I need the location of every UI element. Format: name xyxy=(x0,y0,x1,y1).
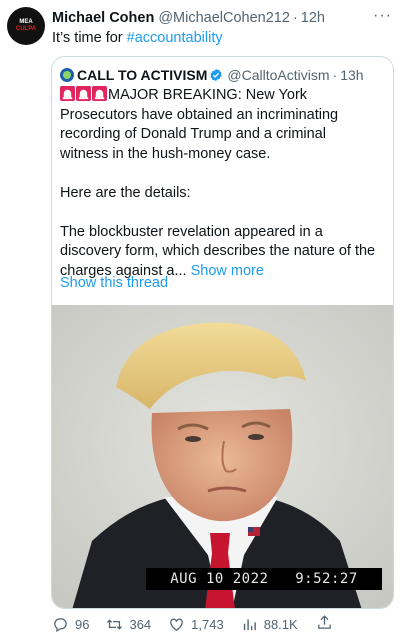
tweet-text-prefix: It’s time for xyxy=(52,30,123,46)
heart-icon xyxy=(170,618,183,631)
quoted-first-line: MAJOR BREAKING: New York xyxy=(60,86,390,106)
quoted-line: Prosecutors have obtained an incriminati… xyxy=(60,106,339,123)
quoted-media[interactable]: AUG 10 2022 9:52:27 xyxy=(52,305,393,608)
video-timestamp-overlay: AUG 10 2022 9:52:27 xyxy=(146,568,382,590)
tweet-header: Michael Cohen @MichaelCohen212 · 12h xyxy=(52,8,394,28)
quoted-tweet-body: MAJOR BREAKING: New York Prosecutors hav… xyxy=(60,86,390,281)
siren-icon xyxy=(76,86,91,101)
show-thread-link[interactable]: Show this thread xyxy=(60,275,168,291)
like-button[interactable]: 1,743 xyxy=(168,616,224,633)
views-icon xyxy=(243,619,256,630)
quoted-line: MAJOR BREAKING: New York xyxy=(108,87,308,103)
quoted-avatar xyxy=(60,68,74,82)
verified-badge-icon xyxy=(210,68,222,82)
quoted-tweet-header: CALL TO ACTIVISM @CalltoActivism · 13h xyxy=(60,66,385,84)
photo xyxy=(52,305,393,608)
quoted-author-handle: @CalltoActivism xyxy=(227,67,330,83)
author-handle[interactable]: @MichaelCohen212 xyxy=(158,10,290,26)
views-count: 88.1K xyxy=(263,616,298,632)
tweet-time[interactable]: 12h xyxy=(301,10,325,26)
like-count: 1,743 xyxy=(191,616,224,632)
avatar[interactable]: MEA CULPA xyxy=(7,7,45,45)
views-button[interactable]: 88.1K xyxy=(241,616,298,633)
avatar-text-bottom: CULPA xyxy=(15,26,37,32)
tweet-text: It’s time for #accountability xyxy=(52,29,223,48)
retweet-button[interactable]: 364 xyxy=(106,616,151,633)
share-icon xyxy=(318,615,331,629)
hashtag-link[interactable]: #accountability xyxy=(127,30,223,46)
reply-button[interactable]: 96 xyxy=(52,616,89,633)
timestamp-date: AUG 10 2022 xyxy=(170,571,269,587)
quoted-line: discovery form, which describes the natu… xyxy=(60,243,376,259)
quoted-line: witness in the hush-money case. xyxy=(60,145,271,162)
avatar-text-top: MEA xyxy=(19,19,33,25)
quoted-author-name: CALL TO ACTIVISM xyxy=(77,67,208,83)
quoted-line: The blockbuster revelation appeared in a xyxy=(60,223,323,240)
more-icon[interactable]: ··· xyxy=(373,7,392,25)
siren-icon xyxy=(60,86,75,101)
reply-count: 96 xyxy=(75,616,90,632)
share-button[interactable] xyxy=(316,614,339,631)
separator-dot: · xyxy=(292,10,298,26)
quoted-details-line: Here are the details: xyxy=(60,184,191,201)
quoted-tweet-time: 13h xyxy=(340,67,364,83)
quoted-line: recording of Donald Trump and a criminal xyxy=(60,126,326,142)
show-more-link[interactable]: Show more xyxy=(191,263,264,279)
quoted-tweet[interactable]: CALL TO ACTIVISM @CalltoActivism · 13h M… xyxy=(51,56,394,609)
separator-dot: · xyxy=(332,67,338,83)
retweet-count: 364 xyxy=(129,616,152,632)
action-bar: 96 364 1,743 88.1K xyxy=(52,614,352,634)
timestamp-time: 9:52:27 xyxy=(295,571,358,587)
tweet[interactable]: MEA CULPA Michael Cohen @MichaelCohen212… xyxy=(0,0,404,640)
siren-icon xyxy=(92,86,107,101)
author-name[interactable]: Michael Cohen xyxy=(52,10,154,26)
reply-icon xyxy=(54,617,67,632)
retweet-icon xyxy=(107,618,123,630)
